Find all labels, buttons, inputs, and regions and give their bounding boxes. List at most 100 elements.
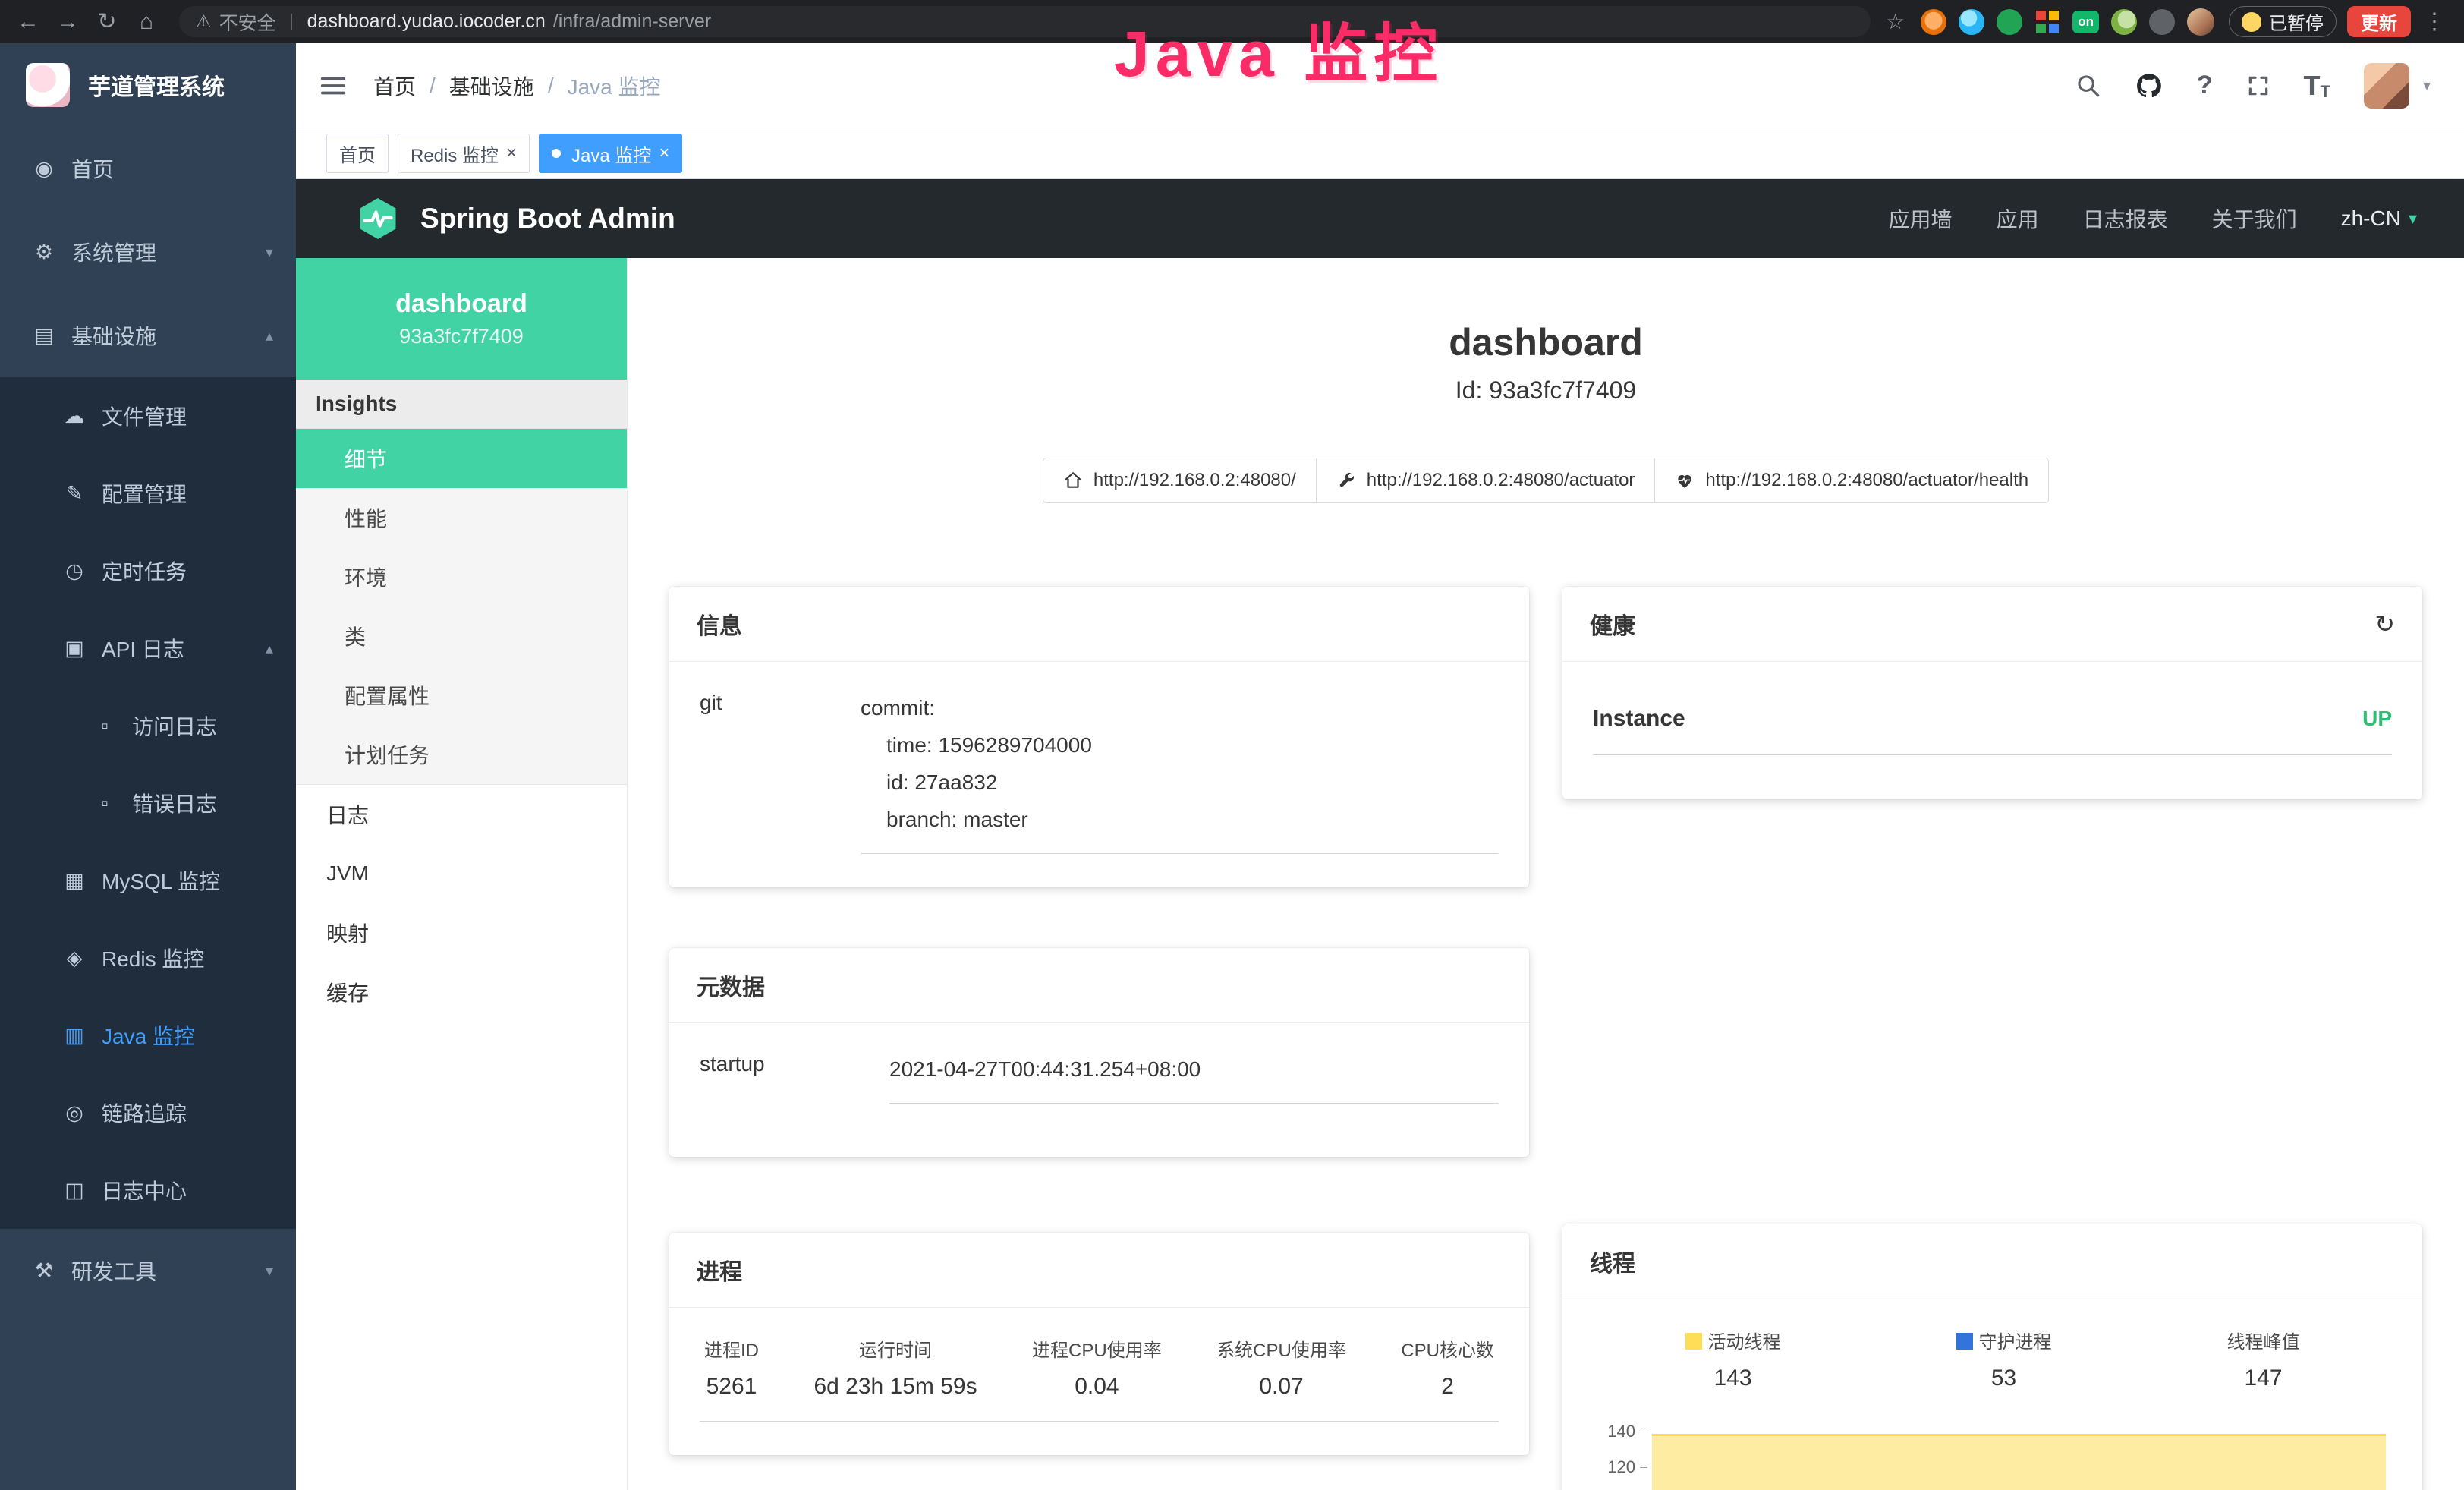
locale-label: zh-CN bbox=[2341, 206, 2401, 231]
sidebar-item-dev-tools[interactable]: ⚒ 研发工具 ▾ bbox=[0, 1229, 296, 1312]
chrome-profile-avatar[interactable] bbox=[2187, 8, 2214, 36]
sba-nav-about[interactable]: 关于我们 bbox=[2212, 203, 2297, 234]
sba-brand-title[interactable]: Spring Boot Admin bbox=[420, 203, 675, 235]
chevron-down-icon: ▾ bbox=[266, 1262, 273, 1281]
sba-nav-wallboard[interactable]: 应用墙 bbox=[1889, 203, 1953, 234]
edit-icon: ✎ bbox=[59, 482, 90, 506]
extension-icon-leaf[interactable] bbox=[2111, 9, 2137, 35]
health-url-link[interactable]: http://192.168.0.2:48080/actuator/health bbox=[1654, 458, 2049, 503]
extension-icon-fox[interactable] bbox=[1921, 9, 1946, 35]
sidebar-item-trace[interactable]: ◎ 链路追踪 bbox=[0, 1074, 296, 1151]
browser-chrome: ← → ↻ ⌂ ⚠ 不安全 dashboard.yudao.iocoder.cn… bbox=[0, 0, 2464, 43]
history-icon[interactable]: ↻ bbox=[2374, 610, 2395, 638]
breadcrumb-home[interactable]: 首页 bbox=[373, 71, 416, 101]
sba-item-scheduled-tasks[interactable]: 计划任务 bbox=[296, 725, 627, 784]
instance-links: http://192.168.0.2:48080/ http://192.168… bbox=[628, 458, 2464, 503]
sidebar-item-mysql-monitor[interactable]: ▦ MySQL 监控 bbox=[0, 842, 296, 919]
link-label: http://192.168.0.2:48080/actuator bbox=[1367, 470, 1635, 491]
tab-home[interactable]: 首页 bbox=[326, 134, 389, 173]
extension-icon-drop[interactable] bbox=[1959, 9, 1984, 35]
sba-item-config-props[interactable]: 配置属性 bbox=[296, 666, 627, 725]
chrome-update-button[interactable]: 更新 bbox=[2347, 6, 2411, 37]
sba-item-environment[interactable]: 环境 bbox=[296, 547, 627, 606]
reload-icon[interactable]: ↻ bbox=[90, 8, 124, 35]
close-icon[interactable]: × bbox=[659, 144, 669, 162]
sidebar-item-error-logs[interactable]: ▫ 错误日志 bbox=[0, 764, 296, 842]
sidebar-item-home[interactable]: ◉ 首页 bbox=[0, 127, 296, 210]
process-card-header: 进程 bbox=[669, 1233, 1529, 1308]
locale-select[interactable]: zh-CN ▾ bbox=[2341, 206, 2417, 231]
actuator-url-link[interactable]: http://192.168.0.2:48080/actuator bbox=[1316, 458, 1656, 503]
sidebar-item-access-logs[interactable]: ▫ 访问日志 bbox=[0, 687, 296, 764]
sidebar-item-label: Redis 监控 bbox=[102, 943, 204, 973]
sba-item-label: 配置属性 bbox=[345, 680, 430, 710]
fullscreen-icon[interactable] bbox=[2246, 74, 2270, 98]
help-icon[interactable]: ? bbox=[2197, 71, 2213, 100]
caret-down-icon[interactable]: ▾ bbox=[2423, 76, 2431, 95]
sidebar-item-label: API 日志 bbox=[102, 633, 184, 663]
home-link-icon bbox=[1063, 471, 1083, 490]
clock-icon: ◷ bbox=[59, 559, 90, 583]
extension-icon-grid[interactable] bbox=[2034, 9, 2060, 35]
paused-extension-badge[interactable]: 已暂停 bbox=[2229, 6, 2337, 37]
threads-card-header: 线程 bbox=[1562, 1224, 2422, 1299]
sidebar-item-redis-monitor[interactable]: ◈ Redis 监控 bbox=[0, 919, 296, 997]
metadata-card-body: startup 2021-04-27T00:44:31.254+08:00 bbox=[669, 1023, 1529, 1157]
breadcrumb-current: Java 监控 bbox=[568, 71, 661, 101]
sidebar-item-label: 研发工具 bbox=[71, 1255, 156, 1286]
address-bar[interactable]: ⚠ 不安全 dashboard.yudao.iocoder.cn/infra/a… bbox=[179, 6, 1871, 37]
sba-item-label: 计划任务 bbox=[345, 739, 430, 770]
sba-item-details[interactable]: 细节 bbox=[296, 429, 627, 488]
sidebar-item-log-center[interactable]: ◫ 日志中心 bbox=[0, 1151, 296, 1229]
extension-icon-puzzle[interactable] bbox=[2149, 9, 2175, 35]
sba-nav-journal[interactable]: 日志报表 bbox=[2083, 203, 2168, 234]
sidebar-item-label: Java 监控 bbox=[102, 1020, 195, 1051]
git-time-line: time: 1596289704000 bbox=[861, 726, 1499, 764]
infrastructure-submenu: ☁ 文件管理 ✎ 配置管理 ◷ 定时任务 ▣ API 日志 ▴ ▫ bbox=[0, 377, 296, 1229]
page-title: dashboard bbox=[628, 320, 2464, 364]
y-tick: 120 bbox=[1607, 1457, 1647, 1490]
user-avatar[interactable] bbox=[2364, 63, 2409, 109]
sba-app-block[interactable]: dashboard 93a3fc7f7409 bbox=[296, 258, 627, 380]
sidebar-item-api-logs[interactable]: ▣ API 日志 ▴ bbox=[0, 610, 296, 687]
legend-live-threads: 活动线程 143 bbox=[1685, 1327, 1781, 1391]
back-icon[interactable]: ← bbox=[11, 9, 46, 35]
legend-daemon-threads: 守护进程 53 bbox=[1956, 1327, 2052, 1391]
tab-redis-monitor[interactable]: Redis 监控 × bbox=[398, 134, 530, 173]
breadcrumb-infrastructure[interactable]: 基础设施 bbox=[449, 71, 534, 101]
sba-item-mappings[interactable]: 映射 bbox=[296, 903, 627, 962]
service-url-link[interactable]: http://192.168.0.2:48080/ bbox=[1043, 458, 1317, 503]
sidebar-item-java-monitor[interactable]: ▥ Java 监控 bbox=[0, 997, 296, 1074]
bookmark-star-icon[interactable]: ☆ bbox=[1886, 9, 1905, 34]
sba-item-logs[interactable]: 日志 bbox=[296, 785, 627, 844]
font-size-icon[interactable]: TT bbox=[2304, 70, 2330, 102]
close-icon[interactable]: × bbox=[506, 144, 517, 162]
metadata-key: startup bbox=[700, 1051, 889, 1104]
browser-home-icon[interactable]: ⌂ bbox=[129, 9, 164, 35]
log-center-icon: ◫ bbox=[59, 1179, 90, 1202]
sba-item-jvm[interactable]: JVM bbox=[296, 844, 627, 903]
search-icon[interactable] bbox=[2075, 73, 2101, 99]
breadcrumb-separator: / bbox=[430, 74, 436, 98]
sidebar-item-infrastructure[interactable]: ▤ 基础设施 ▴ bbox=[0, 294, 296, 377]
extension-on-badge[interactable]: on bbox=[2072, 11, 2099, 33]
sba-item-caches[interactable]: 缓存 bbox=[296, 962, 627, 1022]
extension-icon-green[interactable] bbox=[1997, 9, 2022, 35]
sidebar-item-file-management[interactable]: ☁ 文件管理 bbox=[0, 377, 296, 455]
metadata-card: 元数据 startup 2021-04-27T00:44:31.254+08:0… bbox=[669, 948, 1529, 1157]
info-key: git bbox=[700, 689, 861, 854]
forward-icon[interactable]: → bbox=[50, 9, 85, 35]
metadata-row-startup: startup 2021-04-27T00:44:31.254+08:00 bbox=[700, 1051, 1499, 1104]
security-label[interactable]: 不安全 bbox=[219, 8, 276, 36]
sba-item-classes[interactable]: 类 bbox=[296, 606, 627, 666]
github-icon[interactable] bbox=[2135, 71, 2163, 100]
stat-system-cpu: 系统CPU使用率 0.07 bbox=[1216, 1335, 1346, 1400]
kebab-menu-icon[interactable]: ⋮ bbox=[2423, 8, 2446, 35]
sba-nav-applications[interactable]: 应用 bbox=[1997, 203, 2039, 234]
sidebar-item-system-management[interactable]: ⚙ 系统管理 ▾ bbox=[0, 210, 296, 294]
tab-java-monitor[interactable]: Java 监控 × bbox=[539, 134, 682, 173]
hamburger-icon[interactable] bbox=[319, 71, 348, 100]
sidebar-item-scheduled-tasks[interactable]: ◷ 定时任务 bbox=[0, 532, 296, 610]
sba-item-metrics[interactable]: 性能 bbox=[296, 488, 627, 547]
sidebar-item-config-management[interactable]: ✎ 配置管理 bbox=[0, 455, 296, 532]
